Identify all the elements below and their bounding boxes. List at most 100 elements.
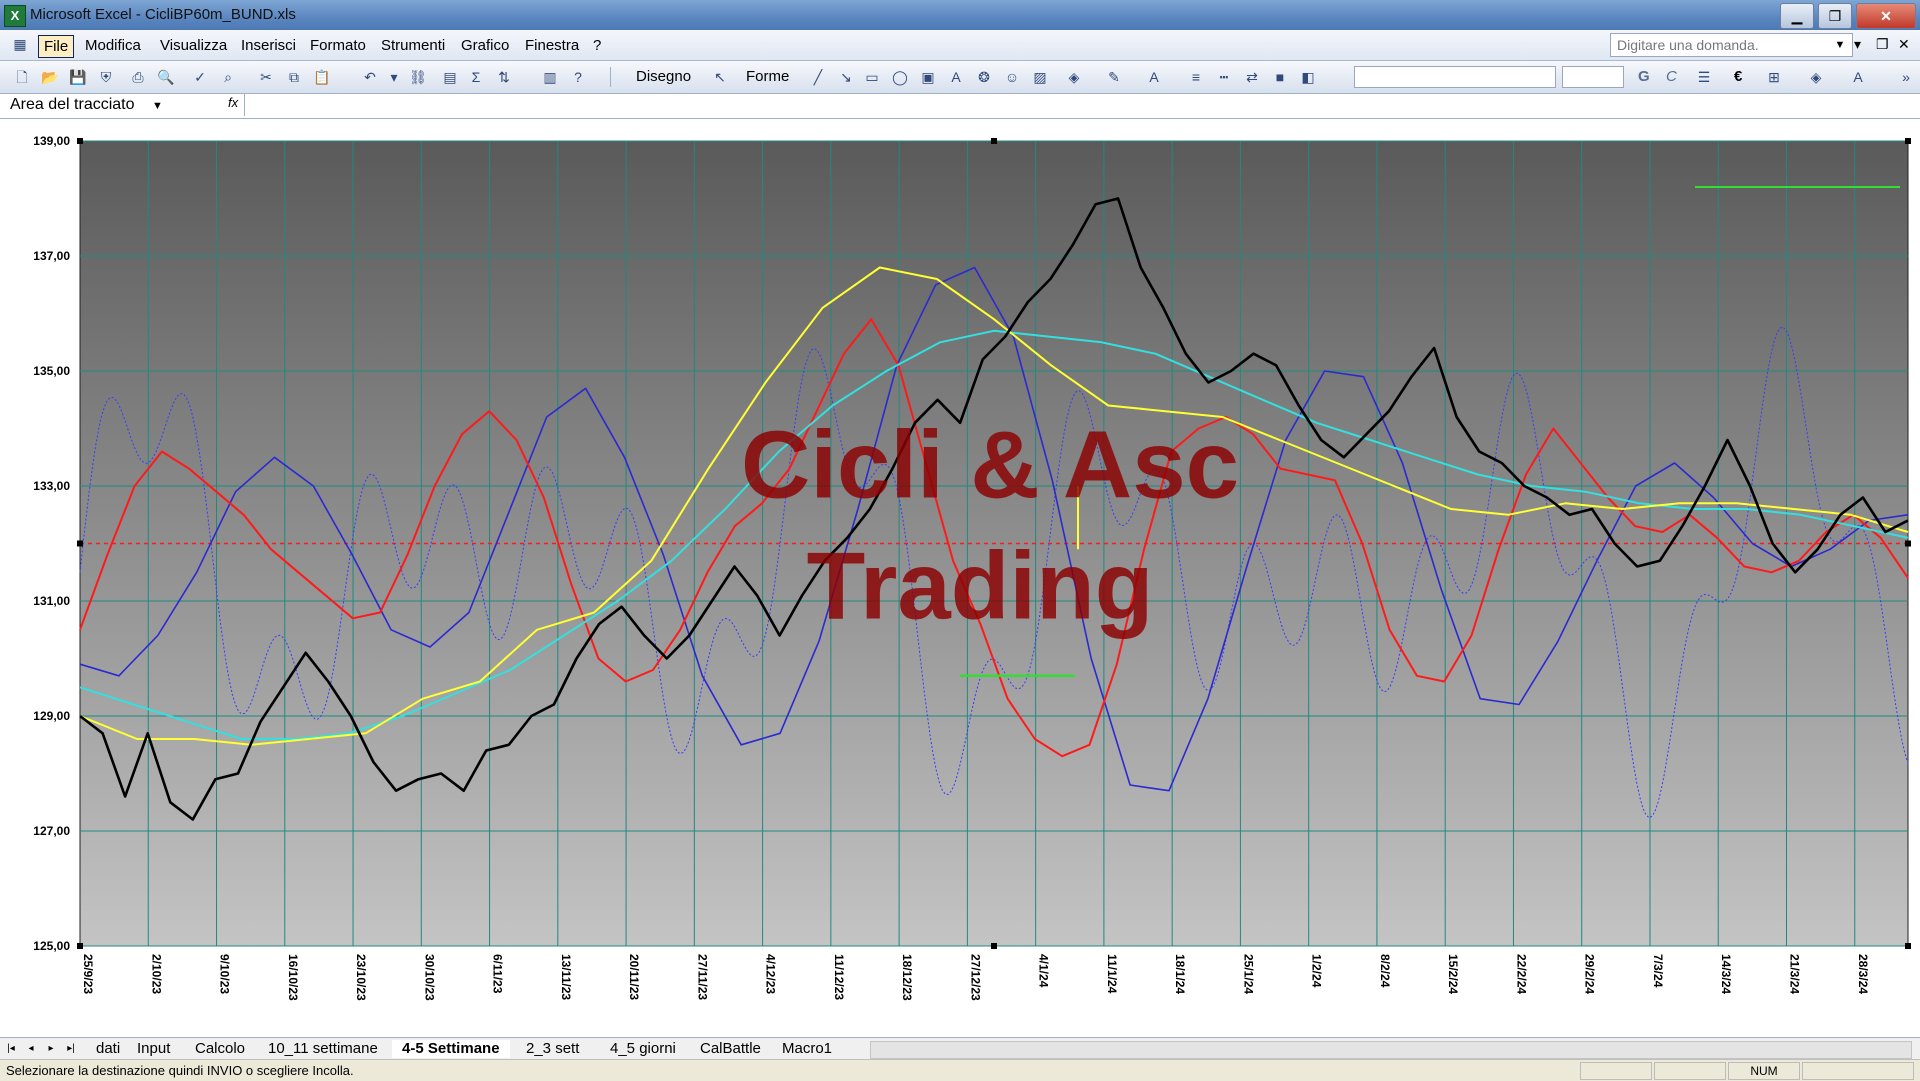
- line-tool-icon[interactable]: ╱: [808, 67, 828, 87]
- undo-icon[interactable]: ↶: [360, 67, 380, 87]
- menu-formato[interactable]: Formato: [305, 35, 371, 56]
- menu-strumenti[interactable]: Strumenti: [376, 35, 450, 56]
- sheet-tab-calcolo[interactable]: Calcolo: [185, 1040, 255, 1058]
- y-tick-label: 133,00: [33, 479, 70, 493]
- hyperlink-icon[interactable]: ⛓: [408, 67, 428, 87]
- line-style-icon[interactable]: ≡: [1186, 67, 1206, 87]
- borders-icon[interactable]: ⊞: [1764, 67, 1784, 87]
- shapes-menu-button[interactable]: Forme: [746, 67, 789, 87]
- toolbar-options-icon[interactable]: »: [1896, 67, 1916, 87]
- chart-svg[interactable]: 125,00 127,00 129,00 131,00 133,00 135,00 137,…: [0, 119, 1920, 1037]
- print-preview-icon[interactable]: 🔍: [156, 67, 176, 87]
- doc-close-button[interactable]: ✕: [1898, 36, 1910, 53]
- name-box-dropdown-icon[interactable]: ▼: [152, 96, 168, 116]
- picture-icon[interactable]: ▨: [1030, 67, 1050, 87]
- document-icon[interactable]: ▦: [10, 34, 30, 54]
- line-color-icon[interactable]: ✎: [1104, 67, 1124, 87]
- chart-area[interactable]: 125,00 127,00 129,00 131,00 133,00 135,00 137,…: [0, 119, 1920, 1037]
- x-tick-label: 25/9/23: [81, 954, 95, 994]
- italic-button[interactable]: C: [1666, 67, 1677, 87]
- diagram-icon[interactable]: ❂: [974, 67, 994, 87]
- dash-style-icon[interactable]: ┅: [1214, 67, 1234, 87]
- 3d-style-icon[interactable]: ◧: [1298, 67, 1318, 87]
- next-sheet-button[interactable]: ▸: [44, 1042, 58, 1056]
- fill-color-icon[interactable]: ◈: [1064, 67, 1084, 87]
- text-color-icon[interactable]: A: [1848, 67, 1868, 87]
- help-dropdown-arrow-icon[interactable]: ▼: [1832, 33, 1848, 57]
- permission-icon[interactable]: ⛨: [96, 67, 116, 87]
- sheet-tab-macro1[interactable]: Macro1: [772, 1040, 842, 1058]
- help-question-input[interactable]: Digitare una domanda.: [1610, 33, 1853, 57]
- minimize-button[interactable]: ▁: [1780, 3, 1814, 29]
- restore-button[interactable]: ❐: [1818, 3, 1852, 29]
- rectangle-tool-icon[interactable]: ▭: [862, 67, 882, 87]
- doc-restore-button[interactable]: ❐: [1876, 36, 1889, 53]
- spelling-icon[interactable]: ✓: [190, 67, 210, 87]
- y-tick-label: 137,00: [33, 249, 70, 263]
- align-icon[interactable]: ☰: [1694, 67, 1714, 87]
- copy-icon[interactable]: ⧉: [284, 67, 304, 87]
- drawing-menu-button[interactable]: Disegno: [636, 67, 691, 87]
- sheet-tab-2-3-sett[interactable]: 2_3 sett: [516, 1040, 589, 1058]
- menu-grafico[interactable]: Grafico: [456, 35, 514, 56]
- status-cell: [1580, 1062, 1652, 1080]
- sheet-tab-dati[interactable]: dati: [86, 1040, 130, 1058]
- horizontal-scrollbar[interactable]: [870, 1041, 1912, 1059]
- menu-modifica[interactable]: Modifica: [80, 35, 146, 56]
- menu-help[interactable]: ?: [588, 35, 606, 56]
- save-icon[interactable]: 💾: [68, 67, 88, 87]
- menu-file[interactable]: File: [38, 35, 75, 58]
- textbox-tool-icon[interactable]: ▣: [918, 67, 938, 87]
- help-icon[interactable]: ?: [568, 67, 588, 87]
- paste-icon[interactable]: 📋: [312, 67, 332, 87]
- sort-icon[interactable]: ⇅: [494, 67, 514, 87]
- chart-wizard-icon[interactable]: ▥: [540, 67, 560, 87]
- status-bar: Selezionare la destinazione quindi INVIO…: [0, 1059, 1920, 1081]
- autosum-icon[interactable]: Σ: [466, 67, 486, 87]
- fx-icon[interactable]: fx: [228, 95, 238, 110]
- oval-tool-icon[interactable]: ◯: [890, 67, 910, 87]
- select-objects-icon[interactable]: ↖: [710, 67, 730, 87]
- font-size-combo[interactable]: [1562, 66, 1624, 88]
- first-sheet-button[interactable]: |◂: [4, 1042, 18, 1056]
- close-button[interactable]: ✕: [1856, 3, 1916, 29]
- menu-inserisci[interactable]: Inserisci: [236, 35, 301, 56]
- sheet-tab-4-5-settimane[interactable]: 4-5 Settimane: [392, 1040, 510, 1058]
- clipart-icon[interactable]: ☺: [1002, 67, 1022, 87]
- formula-input[interactable]: [244, 94, 1919, 116]
- open-icon[interactable]: 📂: [40, 67, 60, 87]
- sheet-tab-calbattle[interactable]: CalBattle: [690, 1040, 771, 1058]
- x-tick-label: 13/11/23: [559, 954, 573, 1000]
- sheet-tab-10-11-settimane[interactable]: 10_11 settimane: [258, 1040, 388, 1058]
- last-sheet-button[interactable]: ▸|: [64, 1042, 78, 1056]
- y-tick-label: 135,00: [33, 364, 70, 378]
- cut-icon[interactable]: ✂: [256, 67, 276, 87]
- arrow-style-icon[interactable]: ⇄: [1242, 67, 1262, 87]
- y-tick-label: 131,00: [33, 594, 70, 608]
- menu-finestra[interactable]: Finestra: [520, 35, 584, 56]
- excel-icon[interactable]: X: [4, 5, 26, 27]
- font-color-icon[interactable]: A: [1144, 67, 1164, 87]
- x-tick-label: 22/2/24: [1514, 954, 1528, 994]
- sheet-tab-input[interactable]: Input: [127, 1040, 180, 1058]
- new-icon[interactable]: 🗋: [12, 67, 32, 87]
- sheet-tab-4-5-giorni[interactable]: 4_5 giorni: [600, 1040, 686, 1058]
- menu-visualizza[interactable]: Visualizza: [155, 35, 232, 56]
- undo-dropdown-icon[interactable]: ▾: [384, 67, 404, 87]
- research-icon[interactable]: ⌕: [218, 67, 238, 87]
- prev-sheet-button[interactable]: ◂: [24, 1042, 38, 1056]
- shadow-style-icon[interactable]: ■: [1270, 67, 1290, 87]
- euro-button[interactable]: €: [1734, 67, 1742, 87]
- bold-button[interactable]: G: [1638, 67, 1650, 87]
- arrow-tool-icon[interactable]: ↘: [836, 67, 856, 87]
- font-name-combo[interactable]: [1354, 66, 1556, 88]
- doc-minimize-button[interactable]: ▾: [1854, 36, 1861, 53]
- cell-fill-icon[interactable]: ◈: [1806, 67, 1826, 87]
- x-tick-label: 1/2/24: [1310, 954, 1324, 988]
- x-tick-label: 27/12/23: [968, 954, 982, 1001]
- wordart-icon[interactable]: A: [946, 67, 966, 87]
- print-icon[interactable]: ⎙: [128, 67, 148, 87]
- chart-type-icon[interactable]: ▤: [440, 67, 460, 87]
- toolbar: 🗋 📂 💾 ⛨ ⎙ 🔍 ✓ ⌕ ✂ ⧉ 📋 ↶ ▾ ⛓ ▤ Σ ⇅ ▥ ? Di…: [0, 61, 1920, 94]
- sheet-tab-bar: |◂ ◂ ▸ ▸| dati Input Calcolo 10_11 setti…: [0, 1037, 1920, 1060]
